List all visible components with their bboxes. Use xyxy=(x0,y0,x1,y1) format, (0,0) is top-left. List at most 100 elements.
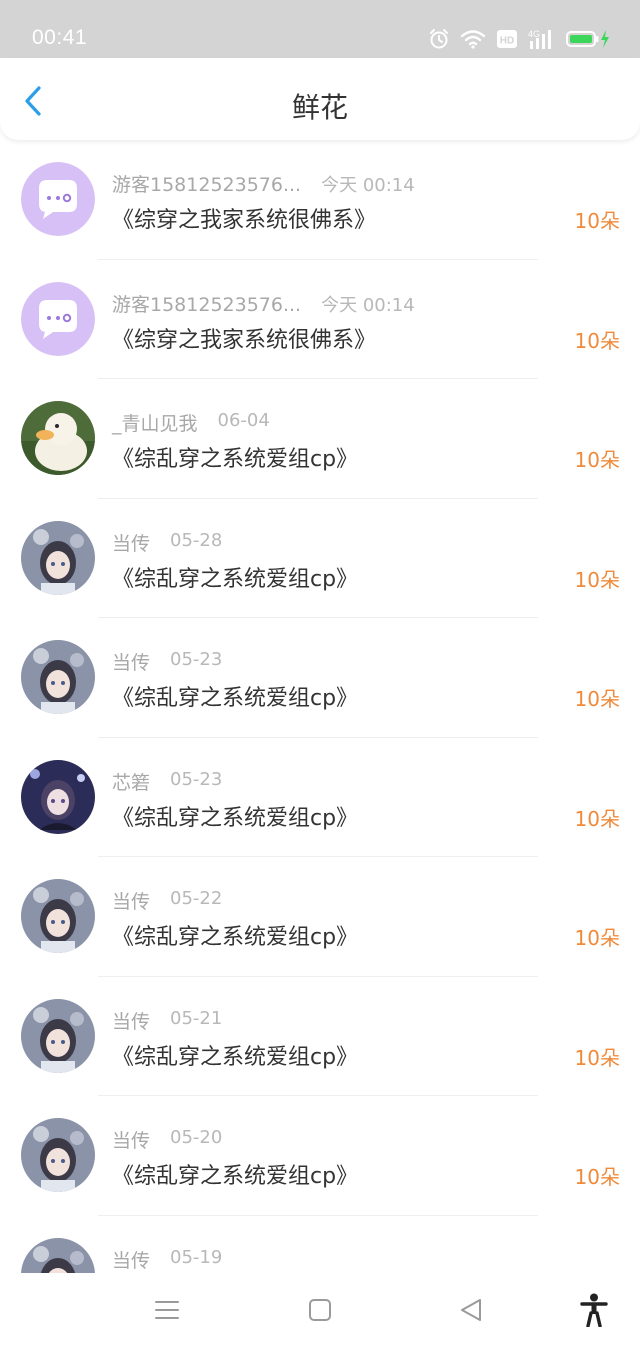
book-title[interactable]: 《综穿之我家系统很佛系》 xyxy=(112,202,376,234)
sender-name[interactable]: 游客15812523576... xyxy=(112,170,301,196)
chat-bubble-avatar-icon xyxy=(21,281,95,356)
system-nav-bar xyxy=(0,1273,640,1351)
battery-charging-icon xyxy=(566,30,609,48)
item-date: 05-28 xyxy=(170,529,223,551)
sender-name[interactable]: 当传 xyxy=(112,1007,150,1033)
accessibility-icon xyxy=(580,1293,608,1328)
item-meta: 当传 05-21 xyxy=(112,1007,222,1033)
item-date: 06-04 xyxy=(217,410,270,431)
flower-count: 10朵 xyxy=(574,806,620,831)
item-date: 今天 00:14 xyxy=(321,294,415,316)
anime-girl-avatar-icon xyxy=(21,998,95,1073)
item-date: 05-23 xyxy=(170,768,223,790)
avatar[interactable] xyxy=(21,998,95,1073)
back-triangle-icon xyxy=(461,1299,481,1321)
list-item[interactable]: 芯箬 05-23 《综乱穿之系统爱组cp》 10朵 xyxy=(0,738,640,857)
avatar[interactable] xyxy=(21,281,95,356)
anime-girl-avatar-icon xyxy=(21,640,95,714)
sender-name[interactable]: 当传 xyxy=(112,887,150,913)
home-square-icon xyxy=(309,1299,331,1321)
book-title[interactable]: 《综乱穿之系统爱组cp》 xyxy=(112,800,358,832)
book-title[interactable]: 《综乱穿之系统爱组cp》 xyxy=(112,1039,358,1071)
header: 鲜花 xyxy=(0,58,640,140)
sender-name[interactable]: 当传 xyxy=(112,1246,150,1272)
status-time: 00:41 xyxy=(32,26,88,49)
avatar[interactable] xyxy=(21,520,95,595)
item-meta: 游客15812523576... 今天 00:14 xyxy=(112,170,415,196)
flower-count: 10朵 xyxy=(574,448,620,472)
anime-girl-avatar-icon xyxy=(21,1118,95,1192)
book-title[interactable]: 《综乱穿之系统爱组cp》 xyxy=(112,441,358,473)
signal-icon: 4G xyxy=(528,29,551,49)
sender-name[interactable]: 游客15812523576... xyxy=(112,290,301,316)
avatar[interactable] xyxy=(21,401,95,475)
item-date: 今天 00:14 xyxy=(321,175,415,196)
sender-name[interactable]: 当传 xyxy=(112,529,150,555)
wifi-icon xyxy=(460,30,486,49)
avatar[interactable] xyxy=(21,1237,95,1273)
flower-count: 10朵 xyxy=(574,687,620,711)
item-meta: 当传 05-23 xyxy=(112,648,222,674)
flower-count: 10朵 xyxy=(574,1045,620,1070)
book-title[interactable]: 《综乱穿之系统爱组cp》 xyxy=(112,919,358,951)
accessibility-button[interactable] xyxy=(580,1293,608,1331)
anime-girl-avatar-icon xyxy=(21,1237,95,1273)
avatar[interactable] xyxy=(21,1118,95,1192)
flower-count: 10朵 xyxy=(574,926,620,950)
status-icons: HD 4G xyxy=(428,28,610,50)
list-item[interactable]: 当传 05-20 《综乱穿之系统爱组cp》 10朵 xyxy=(0,1096,640,1216)
svg-text:4G: 4G xyxy=(528,29,540,39)
item-date: 05-22 xyxy=(170,888,223,909)
sender-name[interactable]: _青山见我 xyxy=(112,409,198,435)
chat-bubble-avatar-icon xyxy=(21,162,95,236)
list-item[interactable]: 当传 05-21 《综乱穿之系统爱组cp》 10朵 xyxy=(0,977,640,1096)
flower-count: 10朵 xyxy=(574,567,620,592)
status-bar: 00:41 HD 4G xyxy=(0,0,640,58)
hd-icon: HD xyxy=(497,30,517,48)
anime-girl-avatar-icon xyxy=(21,520,95,595)
item-meta: 当传 05-20 xyxy=(112,1126,222,1152)
sender-name[interactable]: 芯箬 xyxy=(112,768,150,794)
item-date: 05-23 xyxy=(170,649,223,670)
item-meta: 当传 05-28 xyxy=(112,529,222,555)
item-meta: _青山见我 06-04 xyxy=(112,409,270,435)
menu-button[interactable] xyxy=(154,1297,180,1327)
item-date: 05-20 xyxy=(170,1127,223,1148)
book-title[interactable]: 《综乱穿之系统爱组cp》 xyxy=(112,680,358,712)
anime-girl-avatar-icon xyxy=(21,879,95,953)
avatar[interactable] xyxy=(21,162,95,236)
flower-list: 游客15812523576... 今天 00:14 《综穿之我家系统很佛系》 1… xyxy=(0,140,640,1273)
menu-icon xyxy=(155,1301,179,1319)
list-item[interactable]: 当传 05-23 《综乱穿之系统爱组cp》 10朵 xyxy=(0,618,640,738)
list-item[interactable]: 游客15812523576... 今天 00:14 《综穿之我家系统很佛系》 1… xyxy=(0,140,640,260)
item-meta: 当传 05-22 xyxy=(112,887,222,913)
list-item[interactable]: _青山见我 06-04 《综乱穿之系统爱组cp》 10朵 xyxy=(0,379,640,499)
item-meta: 当传 05-19 xyxy=(112,1246,222,1272)
sender-name[interactable]: 当传 xyxy=(112,648,150,674)
item-date: 05-19 xyxy=(170,1246,223,1268)
avatar[interactable] xyxy=(21,759,95,834)
back-nav-button[interactable] xyxy=(458,1297,484,1327)
flower-count: 10朵 xyxy=(574,209,620,233)
book-title[interactable]: 《综乱穿之系统爱组cp》 xyxy=(112,1158,358,1190)
alarm-icon xyxy=(430,29,448,49)
flower-count: 10朵 xyxy=(574,328,620,353)
home-button[interactable] xyxy=(307,1297,333,1327)
list-item[interactable]: 当传 05-28 《综乱穿之系统爱组cp》 10朵 xyxy=(0,499,640,618)
svg-text:HD: HD xyxy=(500,36,514,47)
list-item[interactable]: 游客15812523576... 今天 00:14 《综穿之我家系统很佛系》 1… xyxy=(0,260,640,379)
item-meta: 芯箬 05-23 xyxy=(112,768,222,794)
avatar[interactable] xyxy=(21,640,95,714)
book-title[interactable]: 《综穿之我家系统很佛系》 xyxy=(112,322,376,354)
list-item[interactable]: 当传 05-22 《综乱穿之系统爱组cp》 10朵 xyxy=(0,857,640,977)
item-meta: 游客15812523576... 今天 00:14 xyxy=(112,290,415,316)
sender-name[interactable]: 当传 xyxy=(112,1126,150,1152)
page-title: 鲜花 xyxy=(291,91,348,124)
anime-girl-dark-avatar-icon xyxy=(21,759,95,834)
duck-avatar-icon xyxy=(21,401,95,475)
item-date: 05-21 xyxy=(170,1007,223,1029)
flower-count: 10朵 xyxy=(574,1165,620,1189)
list-item[interactable]: 当传 05-19 xyxy=(0,1216,640,1273)
book-title[interactable]: 《综乱穿之系统爱组cp》 xyxy=(112,561,358,593)
avatar[interactable] xyxy=(21,879,95,953)
